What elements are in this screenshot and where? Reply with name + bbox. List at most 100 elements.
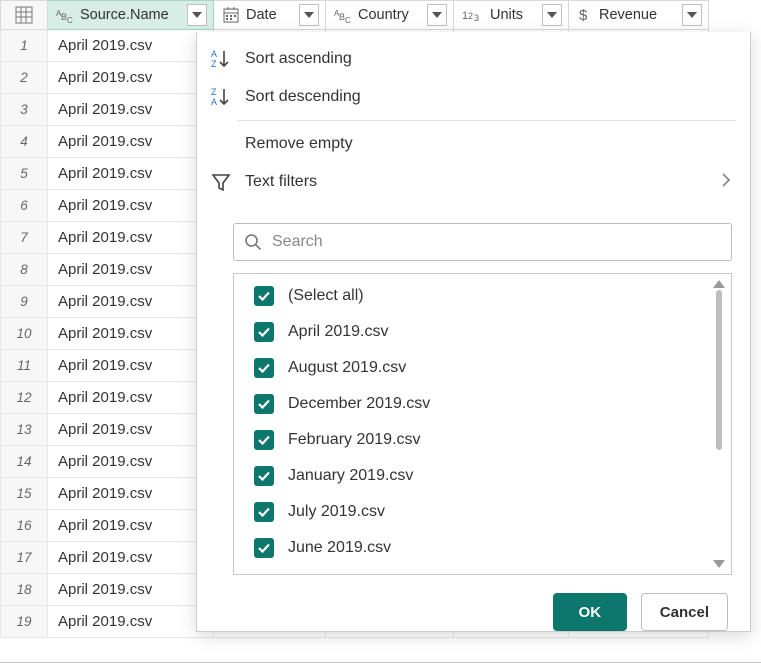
column-filter-button[interactable] bbox=[542, 4, 562, 26]
cell-source-name[interactable]: April 2019.csv bbox=[48, 126, 214, 158]
menu-separator bbox=[237, 120, 736, 121]
sort-desc-icon: ZA bbox=[209, 85, 233, 109]
row-number-cell[interactable]: 17 bbox=[0, 542, 48, 574]
row-number-cell[interactable]: 12 bbox=[0, 382, 48, 414]
checkbox-checked-icon[interactable] bbox=[254, 466, 274, 486]
row-number-header[interactable] bbox=[0, 0, 48, 30]
row-number-cell[interactable]: 10 bbox=[0, 318, 48, 350]
column-filter-button[interactable] bbox=[299, 4, 319, 26]
checkbox-checked-icon[interactable] bbox=[254, 502, 274, 522]
row-number-cell[interactable]: 13 bbox=[0, 414, 48, 446]
row-number-cell[interactable]: 9 bbox=[0, 286, 48, 318]
column-header-country[interactable]: ABC Country bbox=[326, 0, 454, 30]
sort-ascending-item[interactable]: AZ Sort ascending bbox=[197, 40, 750, 78]
row-number-cell[interactable]: 18 bbox=[0, 574, 48, 606]
filter-check-label: June 2019.csv bbox=[288, 539, 391, 557]
row-number-cell[interactable]: 19 bbox=[0, 606, 48, 638]
search-box[interactable] bbox=[233, 223, 732, 261]
filter-dropdown-panel: AZ Sort ascending ZA Sort descending Rem… bbox=[196, 32, 751, 632]
scroll-down-icon[interactable] bbox=[713, 560, 725, 568]
row-number-cell[interactable]: 15 bbox=[0, 478, 48, 510]
type-int-icon: 123 bbox=[462, 6, 484, 24]
column-label: Revenue bbox=[599, 7, 676, 23]
type-date-icon bbox=[222, 6, 240, 24]
menu-label: Text filters bbox=[245, 173, 317, 191]
filter-check-item[interactable]: December 2019.csv bbox=[234, 386, 731, 422]
cell-source-name[interactable]: April 2019.csv bbox=[48, 190, 214, 222]
chevron-right-icon bbox=[720, 172, 732, 193]
sort-descending-item[interactable]: ZA Sort descending bbox=[197, 78, 750, 116]
cell-source-name[interactable]: April 2019.csv bbox=[48, 574, 214, 606]
cell-source-name[interactable]: April 2019.csv bbox=[48, 382, 214, 414]
menu-label: Remove empty bbox=[245, 135, 353, 153]
svg-text:C: C bbox=[345, 16, 351, 24]
cell-source-name[interactable]: April 2019.csv bbox=[48, 350, 214, 382]
checkbox-checked-icon[interactable] bbox=[254, 394, 274, 414]
cell-source-name[interactable]: April 2019.csv bbox=[48, 30, 214, 62]
funnel-icon bbox=[209, 170, 233, 194]
column-filter-button[interactable] bbox=[187, 4, 207, 26]
filter-check-label: April 2019.csv bbox=[288, 323, 389, 341]
scrollbar[interactable] bbox=[711, 280, 727, 568]
row-number-cell[interactable]: 11 bbox=[0, 350, 48, 382]
cell-source-name[interactable]: April 2019.csv bbox=[48, 606, 214, 638]
filter-check-item[interactable]: June 2019.csv bbox=[234, 530, 731, 566]
cell-source-name[interactable]: April 2019.csv bbox=[48, 318, 214, 350]
button-label: OK bbox=[579, 604, 602, 621]
column-header-source-name[interactable]: ABC Source.Name bbox=[48, 0, 214, 30]
filter-check-item[interactable]: July 2019.csv bbox=[234, 494, 731, 530]
scroll-up-icon[interactable] bbox=[713, 280, 725, 288]
scroll-thumb[interactable] bbox=[716, 290, 722, 450]
cell-source-name[interactable]: April 2019.csv bbox=[48, 478, 214, 510]
menu-label: Sort ascending bbox=[245, 50, 352, 68]
sort-asc-icon: AZ bbox=[209, 47, 233, 71]
search-icon bbox=[244, 233, 262, 251]
checkbox-checked-icon[interactable] bbox=[254, 430, 274, 450]
cell-source-name[interactable]: April 2019.csv bbox=[48, 542, 214, 574]
column-filter-button[interactable] bbox=[427, 4, 447, 26]
cancel-button[interactable]: Cancel bbox=[641, 593, 728, 631]
row-number-cell[interactable]: 2 bbox=[0, 62, 48, 94]
column-header-units[interactable]: 123 Units bbox=[454, 0, 569, 30]
checkbox-checked-icon[interactable] bbox=[254, 286, 274, 306]
ok-button[interactable]: OK bbox=[553, 593, 627, 631]
row-number-cell[interactable]: 1 bbox=[0, 30, 48, 62]
row-number-cell[interactable]: 4 bbox=[0, 126, 48, 158]
cell-source-name[interactable]: April 2019.csv bbox=[48, 254, 214, 286]
filter-check-label: January 2019.csv bbox=[288, 467, 413, 485]
checkbox-checked-icon[interactable] bbox=[254, 358, 274, 378]
cell-source-name[interactable]: April 2019.csv bbox=[48, 94, 214, 126]
filter-check-item[interactable]: January 2019.csv bbox=[234, 458, 731, 494]
row-number-cell[interactable]: 8 bbox=[0, 254, 48, 286]
remove-empty-item[interactable]: Remove empty bbox=[197, 125, 750, 163]
text-filters-item[interactable]: Text filters bbox=[197, 163, 750, 201]
cell-source-name[interactable]: April 2019.csv bbox=[48, 510, 214, 542]
column-header-revenue[interactable]: $ Revenue bbox=[569, 0, 709, 30]
filter-check-item[interactable]: August 2019.csv bbox=[234, 350, 731, 386]
row-number-cell[interactable]: 3 bbox=[0, 94, 48, 126]
filter-check-item[interactable]: April 2019.csv bbox=[234, 314, 731, 350]
filter-check-label: August 2019.csv bbox=[288, 359, 406, 377]
cell-source-name[interactable]: April 2019.csv bbox=[48, 286, 214, 318]
row-number-cell[interactable]: 5 bbox=[0, 158, 48, 190]
filter-check-item[interactable]: February 2019.csv bbox=[234, 422, 731, 458]
row-number-cell[interactable]: 16 bbox=[0, 510, 48, 542]
cell-source-name[interactable]: April 2019.csv bbox=[48, 158, 214, 190]
cell-source-name[interactable]: April 2019.csv bbox=[48, 62, 214, 94]
row-number-cell[interactable]: 6 bbox=[0, 190, 48, 222]
search-input[interactable] bbox=[270, 232, 721, 252]
column-header-date[interactable]: Date bbox=[214, 0, 326, 30]
row-number-cell[interactable]: 14 bbox=[0, 446, 48, 478]
filter-check-label: February 2019.csv bbox=[288, 431, 421, 449]
checkbox-checked-icon[interactable] bbox=[254, 322, 274, 342]
svg-text:Z: Z bbox=[211, 59, 217, 69]
cell-source-name[interactable]: April 2019.csv bbox=[48, 222, 214, 254]
column-filter-button[interactable] bbox=[682, 4, 702, 26]
filter-check-item[interactable]: (Select all) bbox=[234, 278, 731, 314]
filter-check-label: December 2019.csv bbox=[288, 395, 430, 413]
cell-source-name[interactable]: April 2019.csv bbox=[48, 414, 214, 446]
cell-source-name[interactable]: April 2019.csv bbox=[48, 446, 214, 478]
checkbox-checked-icon[interactable] bbox=[254, 538, 274, 558]
column-label: Date bbox=[246, 7, 293, 23]
row-number-cell[interactable]: 7 bbox=[0, 222, 48, 254]
